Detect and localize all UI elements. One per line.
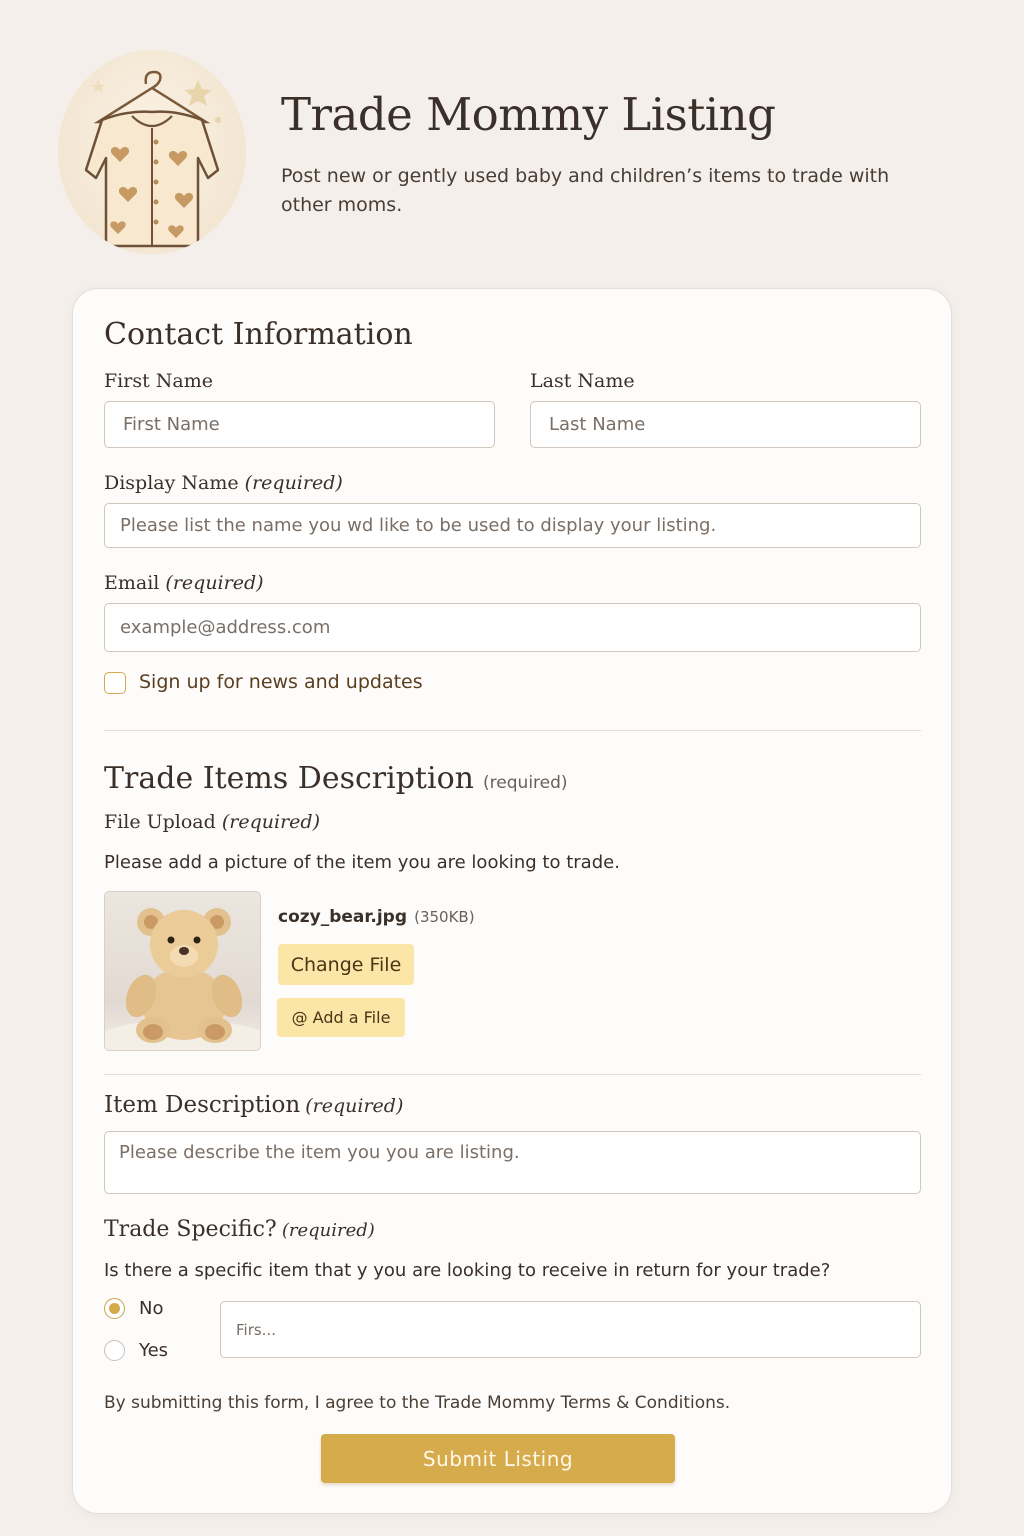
first-name-placeholder: First Name — [123, 414, 220, 435]
display-name-placeholder: Please list the name you wd like to be u… — [120, 515, 717, 536]
required-marker: (required) — [305, 1095, 404, 1117]
add-file-button[interactable]: @ Add a File — [277, 998, 405, 1037]
trade-items-heading: Trade Items Description (required) — [104, 761, 568, 796]
first-name-input[interactable]: First Name — [104, 401, 495, 448]
trade-specific-label-text: Trade Specific? — [104, 1217, 277, 1242]
display-name-label: Display Name (required) — [104, 472, 343, 494]
last-name-label: Last Name — [530, 370, 635, 392]
contact-heading: Contact Information — [104, 317, 413, 352]
email-input[interactable]: example@address.com — [104, 603, 921, 652]
page-title: Trade Mommy Listing — [281, 88, 776, 141]
item-description-textarea[interactable]: Please describe the item you you are lis… — [104, 1131, 921, 1194]
teddy-bear-image — [105, 908, 260, 1050]
terms-text: By submitting this form, I agree to the … — [104, 1393, 731, 1413]
trade-specific-placeholder: Firs... — [236, 1320, 276, 1339]
last-name-placeholder: Last Name — [549, 414, 646, 435]
required-marker: (required) — [221, 811, 320, 833]
email-label: Email (required) — [104, 572, 264, 594]
item-description-placeholder: Please describe the item you you are lis… — [119, 1142, 520, 1163]
file-name: cozy_bear.jpg — [278, 907, 407, 927]
file-upload-label: File Upload (required) — [104, 811, 320, 833]
file-upload-label-text: File Upload — [104, 811, 216, 833]
radio-yes[interactable] — [104, 1340, 125, 1361]
first-name-label: First Name — [104, 370, 213, 392]
file-info: cozy_bear.jpg (350KB) — [278, 907, 475, 927]
email-label-text: Email — [104, 572, 160, 594]
uploaded-image-thumbnail[interactable] — [104, 891, 261, 1051]
item-description-label-text: Item Description — [104, 1092, 301, 1118]
email-placeholder: example@address.com — [120, 617, 331, 638]
radio-yes-label[interactable]: Yes — [139, 1340, 168, 1361]
page-subtitle: Post new or gently used baby and childre… — [281, 165, 890, 216]
trade-specific-label: Trade Specific? (required) — [104, 1217, 375, 1242]
required-marker: (required) — [244, 472, 343, 494]
required-marker: (required) — [483, 773, 568, 793]
radio-no[interactable] — [104, 1298, 125, 1319]
submit-listing-button[interactable]: Submit Listing — [321, 1434, 675, 1483]
trade-items-heading-text: Trade Items Description — [104, 761, 474, 796]
required-marker: (required) — [165, 572, 264, 594]
section-divider — [104, 730, 921, 731]
listing-form-card: Contact Information First Name First Nam… — [72, 288, 952, 1514]
baby-clothes-illustration — [58, 50, 246, 254]
newsletter-label[interactable]: Sign up for news and updates — [139, 671, 423, 693]
display-name-label-text: Display Name — [104, 472, 239, 494]
last-name-input[interactable]: Last Name — [530, 401, 921, 448]
file-size: (350KB) — [414, 908, 475, 926]
radio-no-label[interactable]: No — [139, 1298, 163, 1319]
item-description-label: Item Description (required) — [104, 1092, 403, 1118]
file-upload-hint: Please add a picture of the item you are… — [104, 852, 620, 873]
required-marker: (required) — [281, 1220, 375, 1241]
change-file-button[interactable]: Change File — [278, 944, 414, 985]
trade-specific-item-input[interactable]: Firs... — [220, 1301, 921, 1358]
display-name-input[interactable]: Please list the name you wd like to be u… — [104, 503, 921, 548]
section-divider — [104, 1074, 921, 1075]
trade-specific-question: Is there a specific item that y you are … — [104, 1260, 831, 1281]
newsletter-checkbox[interactable] — [104, 672, 126, 694]
